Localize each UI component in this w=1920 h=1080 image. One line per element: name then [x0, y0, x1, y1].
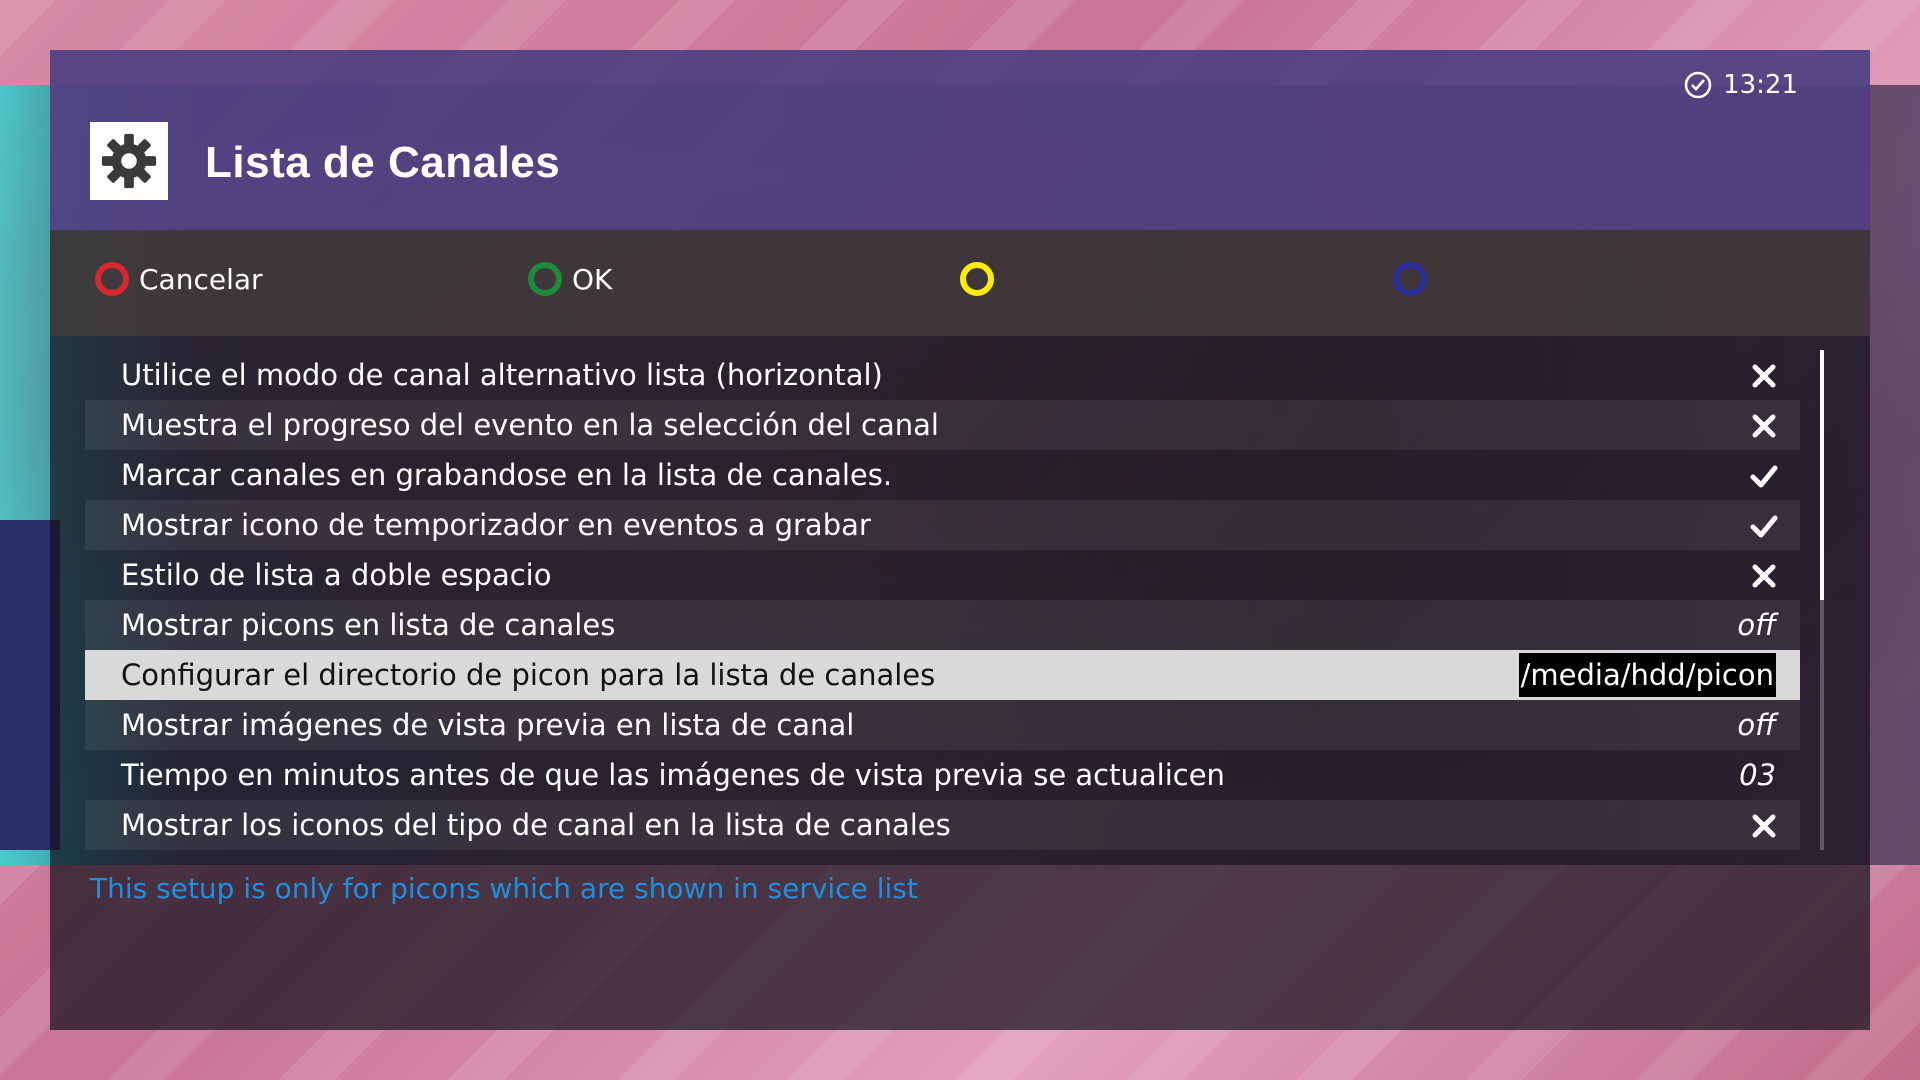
setting-value[interactable]: 03 — [1739, 758, 1776, 792]
checkmark-icon[interactable] — [1750, 512, 1778, 540]
yellow-ring-icon — [960, 262, 994, 296]
help-text: This setup is only for picons which are … — [90, 872, 918, 905]
clock-time: 13:21 — [1723, 70, 1798, 100]
blue-ring-icon — [1393, 262, 1427, 296]
setting-row[interactable]: Configurar el directorio de picon para l… — [85, 650, 1800, 700]
green-button-label: OK — [572, 262, 613, 296]
clock: 13:21 — [1683, 70, 1798, 100]
checkmark-icon[interactable] — [1750, 462, 1778, 490]
cross-icon[interactable] — [1750, 562, 1778, 590]
setting-label: Tiempo en minutos antes de que las imáge… — [121, 758, 1225, 792]
setting-row[interactable]: Utilice el modo de canal alternativo lis… — [85, 350, 1800, 400]
red-ring-icon — [95, 262, 129, 296]
setting-value[interactable]: /media/hdd/picon — [1518, 653, 1776, 697]
page-title: Lista de Canales — [205, 138, 561, 187]
setting-row[interactable]: Mostrar los iconos del tipo de canal en … — [85, 800, 1800, 850]
setting-row[interactable]: Mostrar icono de temporizador en eventos… — [85, 500, 1800, 550]
cross-icon[interactable] — [1750, 812, 1778, 840]
setting-label: Utilice el modo de canal alternativo lis… — [121, 358, 883, 392]
setting-label: Configurar el directorio de picon para l… — [121, 658, 936, 692]
settings-list: Utilice el modo de canal alternativo lis… — [85, 350, 1800, 850]
scrollbar-thumb[interactable] — [1820, 350, 1824, 600]
setting-label: Marcar canales en grabandose en la lista… — [121, 458, 893, 492]
blue-button[interactable] — [1393, 262, 1437, 296]
setting-value[interactable]: off — [1737, 708, 1776, 742]
cross-icon[interactable] — [1750, 412, 1778, 440]
gear-icon — [90, 122, 168, 200]
cross-icon[interactable] — [1750, 362, 1778, 390]
setting-label: Mostrar picons en lista de canales — [121, 608, 616, 642]
setting-row[interactable]: Marcar canales en grabandose en la lista… — [85, 450, 1800, 500]
header: Lista de Canales 13:21 — [50, 50, 1870, 230]
settings-panel: Lista de Canales 13:21 Cancelar OK Utili… — [50, 50, 1870, 1030]
setting-label: Muestra el progreso del evento en la sel… — [121, 408, 939, 442]
scrollbar[interactable] — [1820, 350, 1824, 850]
setting-label: Mostrar imágenes de vista previa en list… — [121, 708, 855, 742]
setting-row[interactable]: Muestra el progreso del evento en la sel… — [85, 400, 1800, 450]
clock-icon — [1684, 71, 1712, 99]
setting-value[interactable]: off — [1737, 608, 1776, 642]
setting-row[interactable]: Tiempo en minutos antes de que las imáge… — [85, 750, 1800, 800]
yellow-button[interactable] — [960, 262, 1004, 296]
setting-label: Estilo de lista a doble espacio — [121, 558, 552, 592]
green-ring-icon — [528, 262, 562, 296]
red-button-label: Cancelar — [139, 262, 263, 296]
red-button[interactable]: Cancelar — [95, 262, 263, 296]
setting-row[interactable]: Mostrar imágenes de vista previa en list… — [85, 700, 1800, 750]
color-button-bar: Cancelar OK — [50, 230, 1870, 336]
green-button[interactable]: OK — [528, 262, 612, 296]
setting-row[interactable]: Estilo de lista a doble espacio — [85, 550, 1800, 600]
setting-label: Mostrar icono de temporizador en eventos… — [121, 508, 871, 542]
setting-row[interactable]: Mostrar picons en lista de canales off — [85, 600, 1800, 650]
setting-label: Mostrar los iconos del tipo de canal en … — [121, 808, 951, 842]
